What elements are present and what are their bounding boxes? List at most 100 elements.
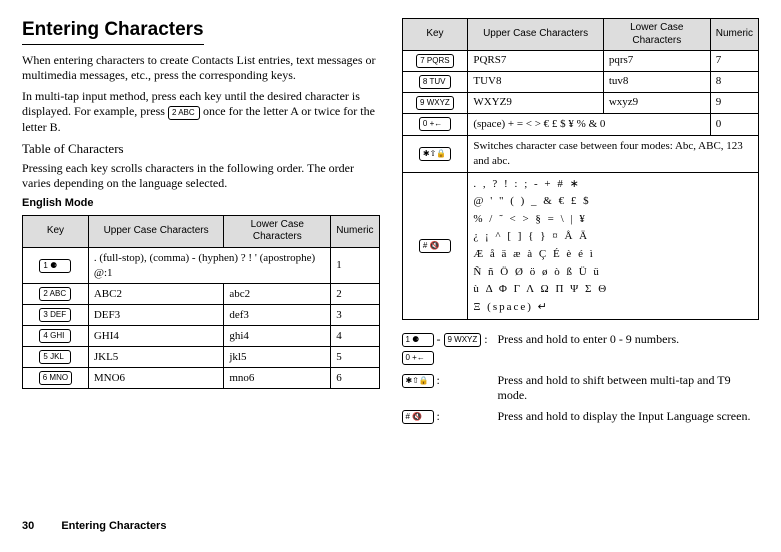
cell-upper: DEF3 bbox=[88, 305, 223, 326]
cell-numeric: 4 bbox=[331, 326, 379, 347]
cell-lower: def3 bbox=[224, 305, 331, 326]
cell-upper-span: (space) + = < > € £ $ ¥ % & 0 bbox=[468, 114, 710, 136]
table-row: 6 MNO MNO6mno66 bbox=[23, 368, 380, 389]
table-row: 0 +← (space) + = < > € £ $ ¥ % & 00 bbox=[402, 114, 759, 136]
note1-colon: : bbox=[484, 332, 487, 347]
note1-key-0: 0 +← bbox=[402, 351, 434, 365]
table-row: 9 WXYZ WXYZ9wxyz99 bbox=[402, 93, 759, 114]
table-row: 7 PQRS PQRS7pqrs77 bbox=[402, 51, 759, 72]
cell-lower: wxyz9 bbox=[603, 93, 710, 114]
cell-key: 9 WXYZ bbox=[402, 93, 468, 114]
cell-key: 7 PQRS bbox=[402, 51, 468, 72]
note3-key-hash: # 🔇 bbox=[402, 410, 434, 424]
keycap: 7 PQRS bbox=[416, 54, 453, 68]
th-lower: Lower Case Characters bbox=[224, 215, 331, 247]
cell-numeric: 1 bbox=[331, 247, 379, 284]
th-upper: Upper Case Characters bbox=[88, 215, 223, 247]
notes-section: 1 ⚈ - 9 WXYZ : Press and hold to enter 0… bbox=[402, 332, 760, 424]
cell-numeric: 9 bbox=[710, 93, 758, 114]
keycap: 8 TUV bbox=[419, 75, 451, 89]
table-row: # 🔇 . , ? ! : ; - + # ∗ @ ' " ( ) _ & € £… bbox=[402, 172, 759, 320]
footer-section: Entering Characters bbox=[61, 520, 166, 532]
cell-full: Switches character case between four mod… bbox=[468, 135, 759, 172]
intro-paragraph-1: When entering characters to create Conta… bbox=[22, 53, 380, 83]
th-lower-r: Lower Case Characters bbox=[603, 19, 710, 51]
char-table-right: Key Upper Case Characters Lower Case Cha… bbox=[402, 18, 760, 320]
keycap: 5 JKL bbox=[39, 350, 71, 364]
cell-upper: PQRS7 bbox=[468, 51, 603, 72]
th-numeric: Numeric bbox=[331, 215, 379, 247]
table-row: 1 ⚈ . (full-stop), (comma) - (hyphen) ? !… bbox=[23, 247, 380, 284]
keycap: 3 DEF bbox=[39, 308, 71, 322]
cell-lower: tuv8 bbox=[603, 72, 710, 93]
note1-key-9: 9 WXYZ bbox=[444, 333, 482, 347]
cell-key: # 🔇 bbox=[402, 172, 468, 320]
cell-lower: abc2 bbox=[224, 284, 331, 305]
cell-numeric: 3 bbox=[331, 305, 379, 326]
cell-lower: ghi4 bbox=[224, 326, 331, 347]
keycap: 9 WXYZ bbox=[416, 96, 454, 110]
cell-key: 1 ⚈ bbox=[23, 247, 89, 284]
cell-key: 4 GHI bbox=[23, 326, 89, 347]
note2-key-star: ✱⇧🔒 bbox=[402, 374, 434, 388]
table-row: ✱⇧🔒 Switches character case between four … bbox=[402, 135, 759, 172]
cell-lower: mno6 bbox=[224, 368, 331, 389]
char-table-left: Key Upper Case Characters Lower Case Cha… bbox=[22, 215, 380, 390]
cell-upper: WXYZ9 bbox=[468, 93, 603, 114]
note2-text: Press and hold to shift between multi-ta… bbox=[498, 373, 760, 403]
cell-upper: TUV8 bbox=[468, 72, 603, 93]
cell-upper: JKL5 bbox=[88, 347, 223, 368]
intro-paragraph-2: In multi-tap input method, press each ke… bbox=[22, 89, 380, 135]
table-row: 4 GHI GHI4ghi44 bbox=[23, 326, 380, 347]
cell-key: 5 JKL bbox=[23, 347, 89, 368]
keycap: # 🔇 bbox=[419, 239, 451, 253]
cell-key: 6 MNO bbox=[23, 368, 89, 389]
note2-colon: : bbox=[437, 373, 440, 388]
cell-numeric: 5 bbox=[331, 347, 379, 368]
cell-symbols: . , ? ! : ; - + # ∗ @ ' " ( ) _ & € £ $ … bbox=[468, 172, 759, 320]
cell-numeric: 7 bbox=[710, 51, 758, 72]
cell-upper: MNO6 bbox=[88, 368, 223, 389]
cell-numeric: 6 bbox=[331, 368, 379, 389]
cell-numeric: 8 bbox=[710, 72, 758, 93]
cell-lower: pqrs7 bbox=[603, 51, 710, 72]
th-key: Key bbox=[23, 215, 89, 247]
keycap: ✱⇧🔒 bbox=[419, 147, 451, 161]
english-mode-title: English Mode bbox=[22, 197, 380, 211]
th-numeric-r: Numeric bbox=[710, 19, 758, 51]
keycap: 0 +← bbox=[419, 117, 451, 131]
page-title: Entering Characters bbox=[22, 18, 204, 45]
note1-dash: - bbox=[437, 332, 441, 347]
cell-key: 2 ABC bbox=[23, 284, 89, 305]
keycap: 6 MNO bbox=[39, 371, 72, 385]
cell-key: 3 DEF bbox=[23, 305, 89, 326]
note-row-3: # 🔇 : Press and hold to display the Inpu… bbox=[402, 409, 760, 424]
cell-numeric: 0 bbox=[710, 114, 758, 136]
cell-upper-span: . (full-stop), (comma) - (hyphen) ? ! ' … bbox=[88, 247, 330, 284]
keycap: 1 ⚈ bbox=[39, 259, 71, 273]
page-footer: 30 Entering Characters bbox=[22, 520, 166, 534]
table-row: 5 JKLJKL5jkl55 bbox=[23, 347, 380, 368]
table-of-characters-title: Table of Characters bbox=[22, 141, 380, 157]
table-row: 3 DEF DEF3def33 bbox=[23, 305, 380, 326]
cell-key: ✱⇧🔒 bbox=[402, 135, 468, 172]
cell-numeric: 2 bbox=[331, 284, 379, 305]
table-row: 2 ABC ABC2abc22 bbox=[23, 284, 380, 305]
cell-upper: GHI4 bbox=[88, 326, 223, 347]
cell-key: 0 +← bbox=[402, 114, 468, 136]
table-of-characters-text: Pressing each key scrolls characters in … bbox=[22, 161, 380, 191]
note-row-1: 1 ⚈ - 9 WXYZ : Press and hold to enter 0… bbox=[402, 332, 760, 347]
cell-key: 8 TUV bbox=[402, 72, 468, 93]
page-number: 30 bbox=[22, 520, 34, 532]
keycap: 4 GHI bbox=[39, 329, 71, 343]
cell-upper: ABC2 bbox=[88, 284, 223, 305]
th-upper-r: Upper Case Characters bbox=[468, 19, 603, 51]
note3-colon: : bbox=[437, 409, 440, 424]
note1-text: Press and hold to enter 0 - 9 numbers. bbox=[498, 332, 760, 347]
keycap: 2 ABC bbox=[39, 287, 71, 301]
note-row-2: ✱⇧🔒 : Press and hold to shift between mu… bbox=[402, 373, 760, 403]
note1-key-1: 1 ⚈ bbox=[402, 333, 434, 347]
note3-text: Press and hold to display the Input Lang… bbox=[498, 409, 760, 424]
inline-key-2abc: 2 ABC bbox=[168, 106, 200, 120]
table-row: 8 TUV TUV8tuv88 bbox=[402, 72, 759, 93]
